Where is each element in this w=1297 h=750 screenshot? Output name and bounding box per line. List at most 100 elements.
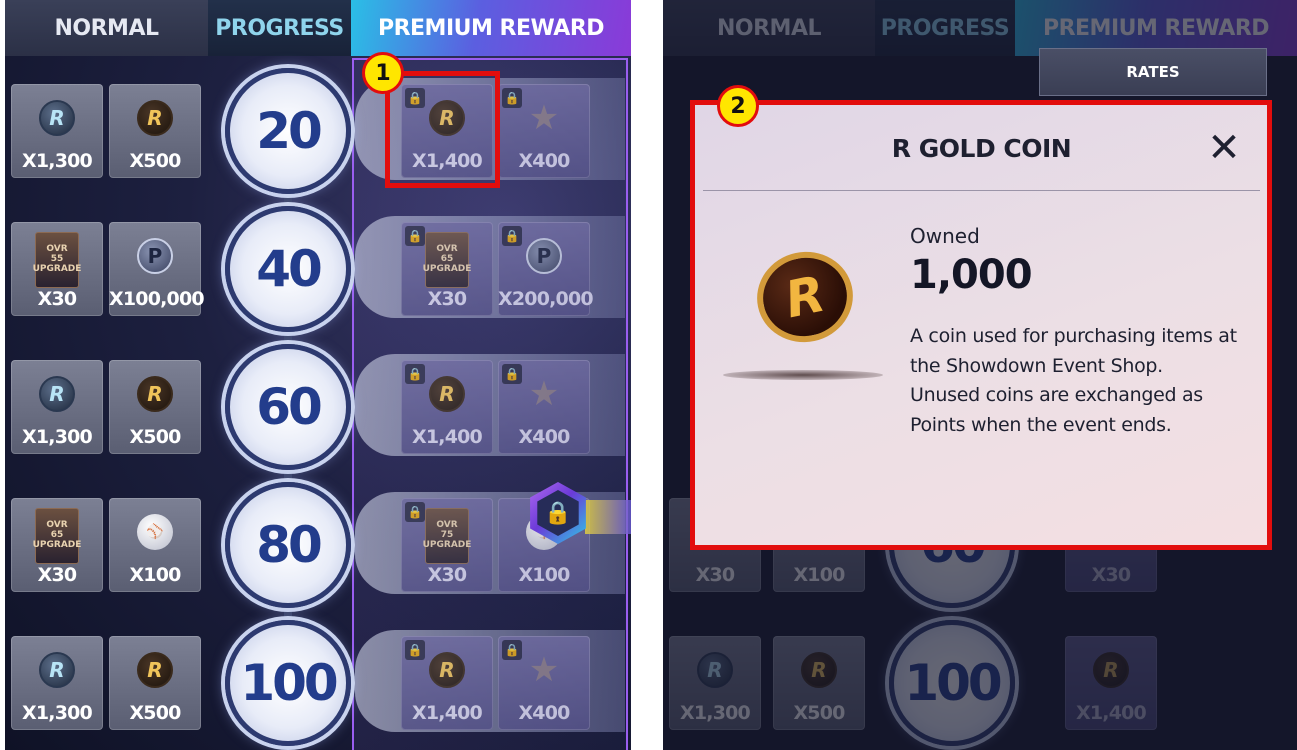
reward-quantity: X1,300	[22, 426, 93, 448]
r-blue-coin-icon: R	[697, 652, 733, 688]
star-icon: ★	[528, 98, 560, 138]
level-badge: 80	[225, 482, 351, 608]
upgrade-card-icon: OVR 65 UPGRADE	[422, 232, 472, 288]
lock-icon: 🔒	[405, 502, 425, 522]
r-gold-coin-icon: R	[429, 376, 465, 412]
reward-quantity: X1,300	[22, 150, 93, 172]
r-gold-coin-icon: R	[429, 652, 465, 688]
upgrade-card-icon: OVR 55 UPGRADE	[32, 232, 82, 288]
star-icon: ★	[528, 650, 560, 690]
reward-quantity: X1,400	[1076, 702, 1147, 724]
reward-quantity: X100	[793, 564, 845, 586]
reward-tile[interactable]: ⚾ X100	[109, 498, 201, 592]
lock-icon: 🔒	[502, 364, 522, 384]
reward-tile[interactable]: R X500	[109, 360, 201, 454]
p-coin-icon: P	[526, 238, 562, 274]
reward-row: OVR 55 UPGRADE X30 P X100,000 40 🔒 OVR 6…	[5, 206, 631, 332]
card-upgrade-label: UPGRADE	[422, 539, 472, 550]
tab-normal[interactable]: NORMAL	[5, 0, 208, 56]
reward-tile[interactable]: 🔒 OVR 75 UPGRADE X30	[401, 498, 493, 592]
reward-quantity: X30	[37, 288, 78, 310]
reward-tile[interactable]: 🔒 OVR 65 UPGRADE X30	[401, 222, 493, 316]
reward-tile[interactable]: 🔒 ★ X400	[498, 84, 590, 178]
reward-quantity: X30	[1091, 564, 1132, 586]
reward-tile[interactable]: R X1,300	[11, 360, 103, 454]
tab-progress: PROGRESS	[875, 0, 1015, 56]
callout-number-1: 1	[362, 52, 404, 94]
reward-quantity: X1,300	[22, 702, 93, 724]
reward-tile[interactable]: R X1,300	[11, 84, 103, 178]
star-icon: ★	[528, 374, 560, 414]
r-gold-coin-icon: R	[801, 652, 837, 688]
r-blue-coin-icon: R	[39, 100, 75, 136]
premium-lock-bar	[585, 500, 631, 534]
lock-icon: 🔒	[502, 226, 522, 246]
reward-quantity: X400	[518, 426, 570, 448]
reward-quantity: X500	[129, 150, 181, 172]
level-badge: 100	[889, 620, 1015, 746]
r-gold-coin-icon: R	[1093, 652, 1129, 688]
reward-tile[interactable]: 🔒 R X1,400	[401, 636, 493, 730]
card-upgrade-label: UPGRADE	[32, 539, 82, 550]
reward-tile[interactable]: P X100,000	[109, 222, 205, 316]
callout-number-2: 2	[717, 85, 759, 127]
reward-row: R X1,300 R X500 100 R X1,400	[663, 620, 1289, 746]
r-gold-coin-icon: R	[137, 100, 173, 136]
tab-premium-reward[interactable]: PREMIUM REWARD	[351, 0, 631, 56]
reward-quantity: X1,400	[412, 702, 483, 724]
reward-tile[interactable]: OVR 65 UPGRADE X30	[11, 498, 103, 592]
reward-tile[interactable]: OVR 55 UPGRADE X30	[11, 222, 103, 316]
reward-quantity: X200,000	[498, 288, 594, 310]
reward-tile[interactable]: 🔒 R X1,400	[401, 360, 493, 454]
upgrade-card-icon: OVR 65 UPGRADE	[32, 508, 82, 564]
reward-tile: R X500	[773, 636, 865, 730]
card-upgrade-label: UPGRADE	[422, 263, 472, 274]
callout-box-2	[690, 100, 1272, 550]
battle-pass-panel: NORMAL PROGRESS PREMIUM REWARD R X1,300 …	[5, 0, 631, 750]
r-gold-coin-icon: R	[137, 652, 173, 688]
reward-quantity: X400	[518, 702, 570, 724]
p-coin-icon: P	[137, 238, 173, 274]
reward-tile: R X1,400	[1065, 636, 1157, 730]
reward-tile[interactable]: 🔒 ★ X400	[498, 636, 590, 730]
reward-quantity: X100	[518, 564, 570, 586]
lock-icon: 🔒	[405, 640, 425, 660]
reward-tile[interactable]: R X500	[109, 636, 201, 730]
reward-quantity: X1,300	[680, 702, 751, 724]
level-badge: 40	[225, 206, 351, 332]
reward-quantity: X500	[793, 702, 845, 724]
callout-box-1	[385, 71, 500, 188]
reward-tile[interactable]: 🔒 ★ X400	[498, 360, 590, 454]
reward-quantity: X500	[129, 702, 181, 724]
reward-row: R X1,300 R X500 60 🔒 R X1,400 🔒 ★ X400	[5, 344, 631, 470]
upgrade-card-icon: OVR 75 UPGRADE	[422, 508, 472, 564]
rates-button[interactable]: RATES	[1039, 48, 1267, 96]
tab-progress[interactable]: PROGRESS	[208, 0, 351, 56]
reward-quantity: X30	[427, 564, 468, 586]
card-upgrade-label: UPGRADE	[32, 263, 82, 274]
padlock-icon: 🔒	[537, 490, 579, 536]
r-blue-coin-icon: R	[39, 652, 75, 688]
level-badge: 60	[225, 344, 351, 470]
reward-tile[interactable]: R X1,300	[11, 636, 103, 730]
tab-bar: NORMAL PROGRESS PREMIUM REWARD	[5, 0, 631, 56]
coin-info-panel: NORMAL PROGRESS PREMIUM REWARD X30 X100 …	[663, 0, 1297, 750]
baseball-icon: ⚾	[137, 514, 173, 550]
level-badge: 100	[225, 620, 351, 746]
reward-quantity: X30	[695, 564, 736, 586]
reward-quantity: X400	[518, 150, 570, 172]
reward-tile[interactable]: R X500	[109, 84, 201, 178]
reward-tile[interactable]: 🔒 P X200,000	[498, 222, 594, 316]
reward-tile: R X1,300	[669, 636, 761, 730]
reward-quantity: X30	[37, 564, 78, 586]
lock-icon: 🔒	[502, 88, 522, 108]
reward-row: R X1,300 R X500 20 🔒 R X1,400 🔒 ★ X400	[5, 68, 631, 194]
reward-quantity: X500	[129, 426, 181, 448]
lock-icon: 🔒	[405, 226, 425, 246]
r-blue-coin-icon: R	[39, 376, 75, 412]
tab-normal: NORMAL	[663, 0, 875, 56]
reward-row: R X1,300 R X500 100 🔒 R X1,400 🔒 ★ X400	[5, 620, 631, 746]
reward-quantity: X100,000	[109, 288, 205, 310]
reward-quantity: X1,400	[412, 426, 483, 448]
level-badge: 20	[225, 68, 351, 194]
